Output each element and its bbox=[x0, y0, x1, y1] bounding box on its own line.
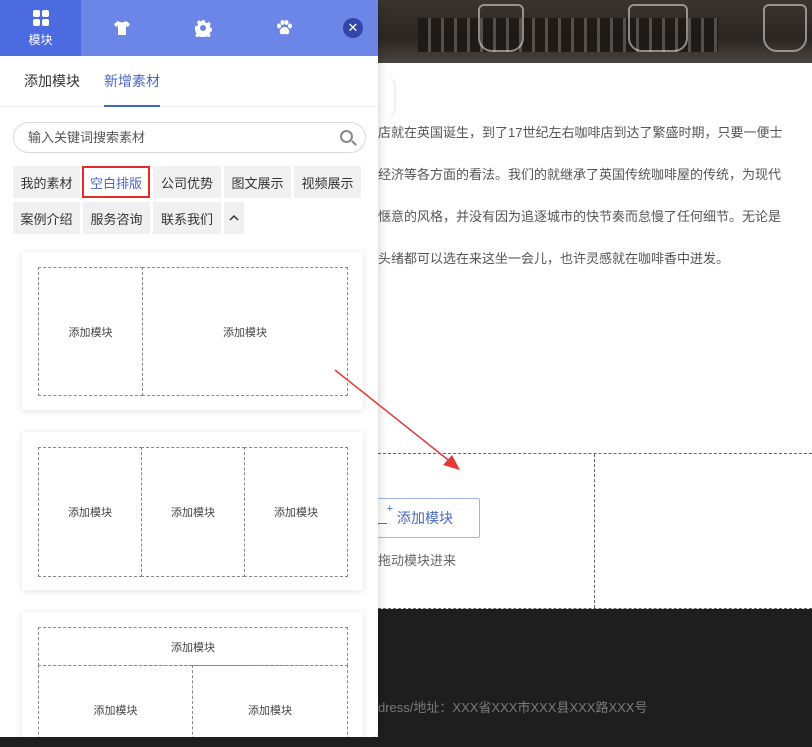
glass-cup-image bbox=[763, 4, 807, 52]
search-input[interactable] bbox=[28, 130, 328, 145]
tag-video[interactable]: 视频展示 bbox=[294, 166, 361, 198]
drag-hint: 拖动模块进来 bbox=[378, 553, 457, 568]
chevron-up-icon[interactable] bbox=[224, 202, 244, 234]
tag-image-text[interactable]: 图文展示 bbox=[224, 166, 291, 198]
decorative-cup-image bbox=[378, 75, 396, 120]
add-module-button[interactable]: 添加模块 bbox=[362, 498, 480, 538]
glass-cup-image bbox=[478, 4, 524, 52]
tag-service-consulting[interactable]: 服务咨询 bbox=[83, 202, 150, 234]
page-footer: dress/地址：XXX省XXX市XXX县XXX路XXX号 bbox=[378, 609, 812, 747]
intro-paragraph-line: 惬意的风格，并没有因为追逐城市的快节奏而怠慢了任何细节。无论是 bbox=[378, 209, 782, 224]
hero-image bbox=[378, 0, 812, 63]
layout-cell: 添加模块 bbox=[38, 447, 142, 577]
layout-cell: 添加模块 bbox=[38, 267, 143, 396]
layout-template-two-column[interactable]: 添加模块 添加模块 bbox=[22, 252, 363, 410]
shirt-icon bbox=[113, 21, 130, 35]
grid-icon bbox=[32, 9, 49, 26]
drop-area-divider bbox=[594, 454, 595, 608]
tab-add-module[interactable]: 添加模块 bbox=[24, 56, 80, 107]
close-icon[interactable]: ✕ bbox=[343, 18, 363, 38]
layout-cell: 添加模块 bbox=[38, 665, 193, 737]
layout-template-three-column[interactable]: 添加模块 添加模块 添加模块 bbox=[22, 432, 363, 590]
tag-my-material[interactable]: 我的素材 bbox=[13, 166, 80, 198]
tab-settings[interactable] bbox=[162, 0, 243, 56]
intro-paragraph-line: 店就在英国诞生，到了17世纪左右咖啡店到达了繁盛时期，只要一便士 bbox=[378, 125, 783, 140]
glass-cup-image bbox=[628, 4, 688, 52]
search-icon[interactable] bbox=[340, 130, 353, 143]
layout-cell: 添加模块 bbox=[244, 447, 348, 577]
tab-plugins[interactable] bbox=[243, 0, 324, 56]
search-box bbox=[13, 122, 366, 153]
paw-icon bbox=[276, 20, 292, 35]
tag-company-advantages[interactable]: 公司优势 bbox=[153, 166, 221, 198]
intro-paragraph-line: 经济等各方面的看法。我们的就继承了英国传统咖啡屋的传统，为现代 bbox=[378, 167, 782, 182]
panel-topbar: 模块 ✕ bbox=[0, 0, 378, 56]
material-panel: 模块 ✕ 添加模块 新增素材 输入关键词搜索素材 我的素材 空白排版 公司优势 … bbox=[0, 0, 378, 737]
layout-cell: 添加模块 bbox=[142, 267, 348, 396]
tab-modules-label: 模块 bbox=[28, 32, 53, 47]
add-module-button-label: 添加模块 bbox=[397, 510, 453, 526]
tab-theme[interactable] bbox=[81, 0, 162, 56]
layout-cell: 添加模块 bbox=[192, 665, 348, 737]
gear-icon bbox=[194, 20, 212, 37]
layout-cell: 添加模块 bbox=[141, 447, 245, 577]
subtab-bar: 添加模块 新增素材 bbox=[0, 56, 378, 107]
tab-modules[interactable]: 模块 bbox=[0, 0, 81, 56]
tab-new-material[interactable]: 新增素材 bbox=[104, 56, 160, 107]
layout-cell: 添加模块 bbox=[38, 627, 348, 666]
intro-paragraph-line: 头绪都可以选在来这坐一会儿，也许灵感就在咖啡香中迸发。 bbox=[378, 251, 730, 266]
tag-contact-us[interactable]: 联系我们 bbox=[153, 202, 221, 234]
tag-blank-layout[interactable]: 空白排版 bbox=[82, 166, 150, 198]
layout-template-header-two-column[interactable]: 添加模块 添加模块 添加模块 bbox=[22, 612, 363, 737]
tag-case-studies[interactable]: 案例介绍 bbox=[13, 202, 80, 234]
footer-address: dress/地址：XXX省XXX市XXX县XXX路XXX号 bbox=[378, 700, 648, 715]
footer-strip bbox=[0, 737, 378, 747]
